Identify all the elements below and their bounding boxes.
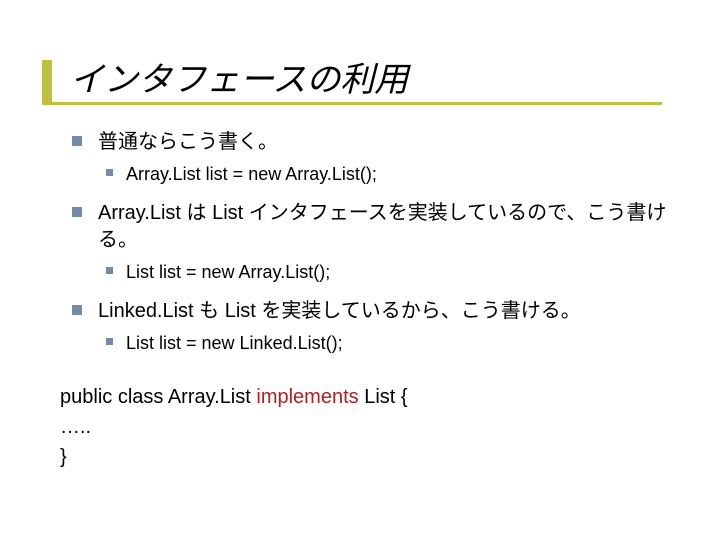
- bullet-icon: [72, 136, 82, 146]
- slide-title: インタフェースの利用: [70, 60, 680, 101]
- bullet-icon: [72, 207, 82, 217]
- bullet-2a-text: List list = new Array.List();: [126, 262, 330, 282]
- bullet-icon: [106, 338, 113, 345]
- bullet-1a: Array.List list = new Array.List();: [98, 162, 680, 186]
- title-accent-bar: [42, 60, 52, 102]
- code-line-2: …..: [60, 412, 680, 442]
- bullet-3: Linked.List も List を実装しているから、こう書ける。 List…: [70, 298, 680, 355]
- slide: インタフェースの利用 普通ならこう書く。 Array.List list = n…: [0, 0, 720, 540]
- bullet-icon: [72, 305, 82, 315]
- code-line-1-pre: public class Array.List: [60, 386, 256, 408]
- slide-body: 普通ならこう書く。 Array.List list = new Array.Li…: [70, 129, 680, 472]
- code-snippet: public class Array.List implements List …: [60, 382, 680, 472]
- bullet-1-text: 普通ならこう書く。: [98, 131, 278, 153]
- code-line-3: }: [60, 442, 680, 472]
- bullet-1a-text: Array.List list = new Array.List();: [126, 164, 377, 184]
- code-line-1: public class Array.List implements List …: [60, 382, 680, 412]
- title-block: インタフェースの利用: [70, 60, 680, 101]
- bullet-2a: List list = new Array.List();: [98, 260, 680, 284]
- keyword-implements: implements: [256, 386, 358, 408]
- bullet-icon: [106, 267, 113, 274]
- bullet-3a-text: List list = new Linked.List();: [126, 333, 343, 353]
- bullet-1: 普通ならこう書く。 Array.List list = new Array.Li…: [70, 129, 680, 186]
- title-underline: [42, 102, 662, 105]
- code-line-1-post: List {: [359, 386, 408, 408]
- bullet-3a: List list = new Linked.List();: [98, 331, 680, 355]
- bullet-icon: [106, 169, 113, 176]
- bullet-2-text: Array.List は List インタフェースを実装しているので、こう書ける…: [98, 202, 666, 251]
- bullet-2: Array.List は List インタフェースを実装しているので、こう書ける…: [70, 200, 680, 284]
- bullet-3-text: Linked.List も List を実装しているから、こう書ける。: [98, 300, 581, 322]
